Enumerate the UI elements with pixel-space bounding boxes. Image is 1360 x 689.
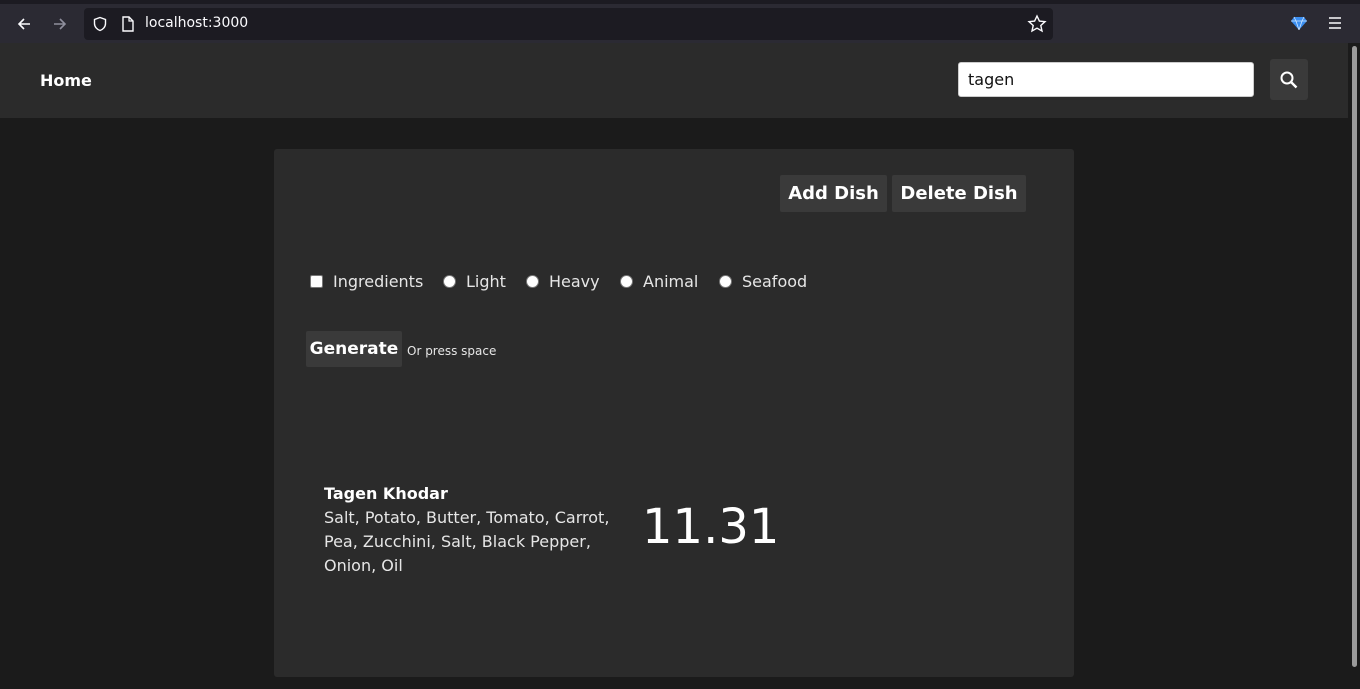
generate-hint: Or press space xyxy=(407,344,497,358)
checkbox-box[interactable] xyxy=(310,275,323,288)
search-icon xyxy=(1280,71,1298,88)
add-dish-button[interactable]: Add Dish xyxy=(780,175,887,212)
hamburger-menu-icon[interactable] xyxy=(1327,15,1343,34)
dish-ingredients: Salt, Potato, Butter, Tomato, Carrot, Pe… xyxy=(324,508,610,575)
dish-name: Tagen Khodar xyxy=(324,484,448,503)
forward-arrow-icon[interactable] xyxy=(46,10,74,38)
back-arrow-icon[interactable] xyxy=(10,10,38,38)
heavy-radio[interactable]: Heavy xyxy=(526,272,600,291)
seafood-radio[interactable]: Seafood xyxy=(719,272,807,291)
dish-price: 11.31 xyxy=(642,499,780,555)
browser-toolbar: localhost:3000 xyxy=(0,0,1360,43)
scrollbar-thumb[interactable] xyxy=(1352,46,1357,667)
heavy-label: Heavy xyxy=(549,272,600,291)
dish-card: Add Dish Delete Dish Ingredients Light H… xyxy=(274,149,1074,677)
home-link[interactable]: Home xyxy=(40,71,92,90)
radio-circle[interactable] xyxy=(620,275,633,288)
delete-dish-button[interactable]: Delete Dish xyxy=(892,175,1026,212)
search-button[interactable] xyxy=(1270,59,1308,100)
page-icon xyxy=(121,16,135,36)
shield-icon[interactable] xyxy=(92,16,108,36)
bookmark-star-icon[interactable] xyxy=(1027,14,1047,38)
generate-button[interactable]: Generate xyxy=(306,331,402,367)
animal-label: Animal xyxy=(643,272,699,291)
ingredients-checkbox[interactable]: Ingredients xyxy=(310,272,423,291)
app-header: Home xyxy=(0,43,1348,118)
light-radio[interactable]: Light xyxy=(443,272,506,291)
search-input[interactable] xyxy=(958,62,1254,97)
radio-circle[interactable] xyxy=(526,275,539,288)
url-text[interactable]: localhost:3000 xyxy=(145,15,248,31)
address-bar[interactable]: localhost:3000 xyxy=(84,8,1053,40)
ingredients-label: Ingredients xyxy=(333,272,424,291)
radio-circle[interactable] xyxy=(719,275,732,288)
extension-gem-icon[interactable] xyxy=(1291,15,1307,34)
radio-circle[interactable] xyxy=(443,275,456,288)
animal-radio[interactable]: Animal xyxy=(620,272,698,291)
filter-options: Ingredients Light Heavy Animal Seafood xyxy=(310,272,870,294)
light-label: Light xyxy=(466,272,506,291)
seafood-label: Seafood xyxy=(742,272,808,291)
